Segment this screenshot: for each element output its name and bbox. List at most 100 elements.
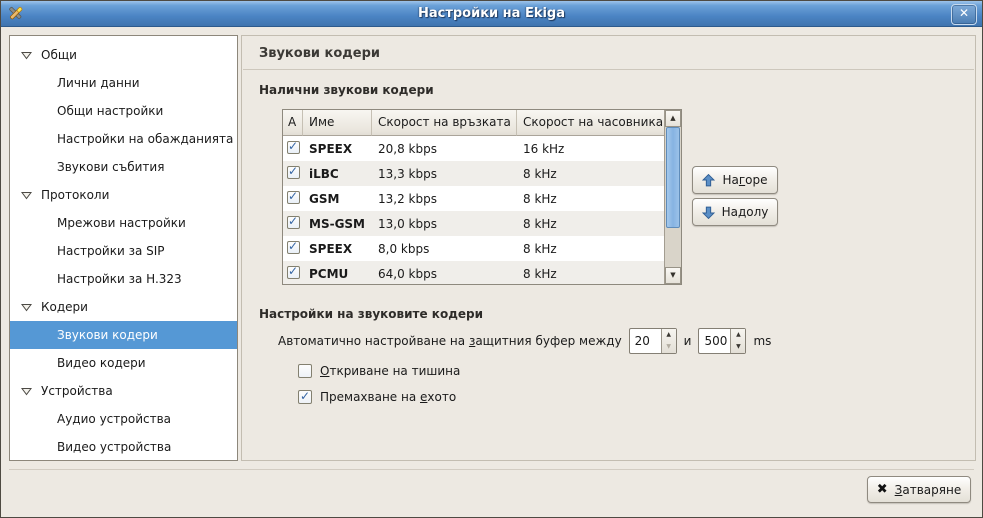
check-icon: ✓	[288, 189, 298, 203]
codec-enabled-checkbox[interactable]: ✓	[287, 191, 300, 204]
codec-enabled-checkbox[interactable]: ✓	[287, 266, 300, 279]
close-button[interactable]: ✖ Затваряне	[867, 476, 971, 503]
arrow-down-icon	[702, 206, 715, 219]
sidebar-item-label: Настройки на обажданията	[57, 132, 233, 146]
codec-name: SPEEX	[303, 242, 372, 256]
jitter-buffer-label: Автоматично настройване на защитния буфе…	[278, 334, 622, 348]
title-separator	[243, 69, 974, 70]
column-header-name[interactable]: Име	[303, 110, 372, 136]
codec-settings-heading: Настройки на звуковите кодери	[259, 307, 483, 321]
sidebar-item-lichni-danni[interactable]: Лични данни	[10, 69, 237, 97]
sidebar-item-nastroiki-h323[interactable]: Настройки за H.323	[10, 265, 237, 293]
sidebar-item-label: Звукови събития	[57, 160, 164, 174]
codec-bitrate: 8,0 kbps	[372, 242, 517, 256]
codecs-table: A Име Скорост на връзката Скорост на час…	[282, 109, 682, 285]
codec-bitrate: 13,0 kbps	[372, 217, 517, 231]
codec-clockrate: 8 kHz	[517, 267, 664, 281]
sidebar-item-label: Кодери	[41, 300, 88, 314]
expander-open-icon[interactable]	[21, 190, 32, 201]
move-down-label: Надолу	[722, 205, 769, 219]
table-row[interactable]: ✓ SPEEX 20,8 kbps 16 kHz	[283, 136, 664, 161]
check-icon: ✓	[288, 214, 298, 228]
move-down-button[interactable]: Надолу	[692, 198, 778, 226]
column-header-clockrate[interactable]: Скорост на часовника	[517, 110, 664, 136]
sidebar-item-label: Видео устройства	[57, 440, 171, 454]
check-icon: ✓	[300, 389, 310, 403]
codec-enabled-checkbox[interactable]: ✓	[287, 216, 300, 229]
expander-open-icon[interactable]	[21, 302, 32, 313]
move-up-button[interactable]: Нагоре	[692, 166, 778, 194]
echo-cancellation-label: Премахване на ехото	[320, 390, 456, 404]
sidebar-item-zvukovi-koderi-selected[interactable]: Звукови кодери	[10, 321, 237, 349]
spinner-down-icon[interactable]: ▼	[731, 341, 745, 353]
close-label: Затваряне	[895, 483, 962, 497]
sidebar-item-mrezhovi-nastroiki[interactable]: Мрежови настройки	[10, 209, 237, 237]
codec-name: SPEEX	[303, 142, 372, 156]
sidebar-item-zvukovi-sabitiya[interactable]: Звукови събития	[10, 153, 237, 181]
codec-bitrate: 64,0 kbps	[372, 267, 517, 281]
sidebar-item-audio-ustroistva[interactable]: Аудио устройства	[10, 405, 237, 433]
sidebar-item-label: Настройки за H.323	[57, 272, 182, 286]
codec-name: iLBC	[303, 167, 372, 181]
spinner-down-icon[interactable]: ▼	[662, 341, 676, 353]
silence-detection-row[interactable]: Откриване на тишина	[298, 363, 460, 379]
scrollbar-thumb[interactable]	[666, 127, 680, 228]
spinner-up-icon[interactable]: ▲	[662, 329, 676, 341]
sidebar-item-label: Звукови кодери	[57, 328, 158, 342]
buffer-min-spinner[interactable]: 20 ▲ ▼	[629, 328, 677, 354]
titlebar-close-button[interactable]: ✕	[951, 4, 977, 25]
expander-open-icon[interactable]	[21, 386, 32, 397]
codec-bitrate: 20,8 kbps	[372, 142, 517, 156]
sidebar-item-nastroiki-sip[interactable]: Настройки за SIP	[10, 237, 237, 265]
scrollbar-up-icon[interactable]: ▲	[665, 110, 681, 127]
titlebar[interactable]: Настройки на Ekiga ✕	[1, 1, 982, 27]
buffer-min-value[interactable]: 20	[635, 329, 650, 353]
sidebar-item-video-ustroistva[interactable]: Видео устройства	[10, 433, 237, 461]
table-row[interactable]: ✓ MS-GSM 13,0 kbps 8 kHz	[283, 211, 664, 236]
spinner-arrows[interactable]: ▲ ▼	[661, 329, 676, 353]
conjunction-label: и	[684, 334, 692, 348]
buffer-max-value[interactable]: 500	[704, 329, 727, 353]
sidebar-item-protokoli[interactable]: Протоколи	[10, 181, 237, 209]
sidebar-item-ustroistva[interactable]: Устройства	[10, 377, 237, 405]
table-row[interactable]: ✓ SPEEX 8,0 kbps 8 kHz	[283, 236, 664, 261]
silence-detection-checkbox[interactable]	[298, 364, 312, 378]
check-icon: ✓	[288, 239, 298, 253]
column-header-active[interactable]: A	[283, 110, 303, 136]
table-row[interactable]: ✓ PCMU 64,0 kbps 8 kHz	[283, 261, 664, 284]
echo-cancellation-row[interactable]: ✓ Премахване на ехото	[298, 389, 456, 405]
table-row[interactable]: ✓ iLBC 13,3 kbps 8 kHz	[283, 161, 664, 186]
codec-enabled-checkbox[interactable]: ✓	[287, 241, 300, 254]
column-header-bitrate[interactable]: Скорост на връзката	[372, 110, 517, 136]
scrollbar-down-icon[interactable]: ▼	[665, 267, 681, 284]
check-icon: ✓	[288, 264, 298, 278]
echo-cancellation-checkbox[interactable]: ✓	[298, 390, 312, 404]
move-up-label: Нагоре	[722, 173, 767, 187]
unit-label: ms	[753, 334, 771, 348]
spinner-up-icon[interactable]: ▲	[731, 329, 745, 341]
preferences-window: Настройки на Ekiga ✕ Общи Лични данни Об…	[0, 0, 983, 518]
sidebar-item-obshti[interactable]: Общи	[10, 41, 237, 69]
table-row[interactable]: ✓ GSM 13,2 kbps 8 kHz	[283, 186, 664, 211]
codec-enabled-checkbox[interactable]: ✓	[287, 166, 300, 179]
sidebar-item-koderi[interactable]: Кодери	[10, 293, 237, 321]
spinner-arrows[interactable]: ▲ ▼	[730, 329, 745, 353]
sidebar-item-label: Видео кодери	[57, 356, 146, 370]
codec-name: PCMU	[303, 267, 372, 281]
sidebar-item-obshti-nastroiki[interactable]: Общи настройки	[10, 97, 237, 125]
codec-clockrate: 8 kHz	[517, 167, 664, 181]
sidebar-item-label: Настройки за SIP	[57, 244, 165, 258]
sidebar-item-video-koderi[interactable]: Видео кодери	[10, 349, 237, 377]
vertical-scrollbar[interactable]: ▲ ▼	[664, 110, 681, 284]
page-title: Звукови кодери	[259, 46, 380, 61]
available-codecs-heading: Налични звукови кодери	[259, 83, 434, 97]
sidebar-item-label: Общи	[41, 48, 77, 62]
sidebar-item-label: Устройства	[41, 384, 113, 398]
sidebar-item-label: Протоколи	[41, 188, 109, 202]
table-header: A Име Скорост на връзката Скорост на час…	[283, 110, 681, 136]
sidebar-item-nastroiki-obazhdaniya[interactable]: Настройки на обажданията	[10, 125, 237, 153]
buffer-max-spinner[interactable]: 500 ▲ ▼	[698, 328, 746, 354]
codec-enabled-checkbox[interactable]: ✓	[287, 141, 300, 154]
preferences-tree: Общи Лични данни Общи настройки Настройк…	[9, 35, 238, 461]
expander-open-icon[interactable]	[21, 50, 32, 61]
